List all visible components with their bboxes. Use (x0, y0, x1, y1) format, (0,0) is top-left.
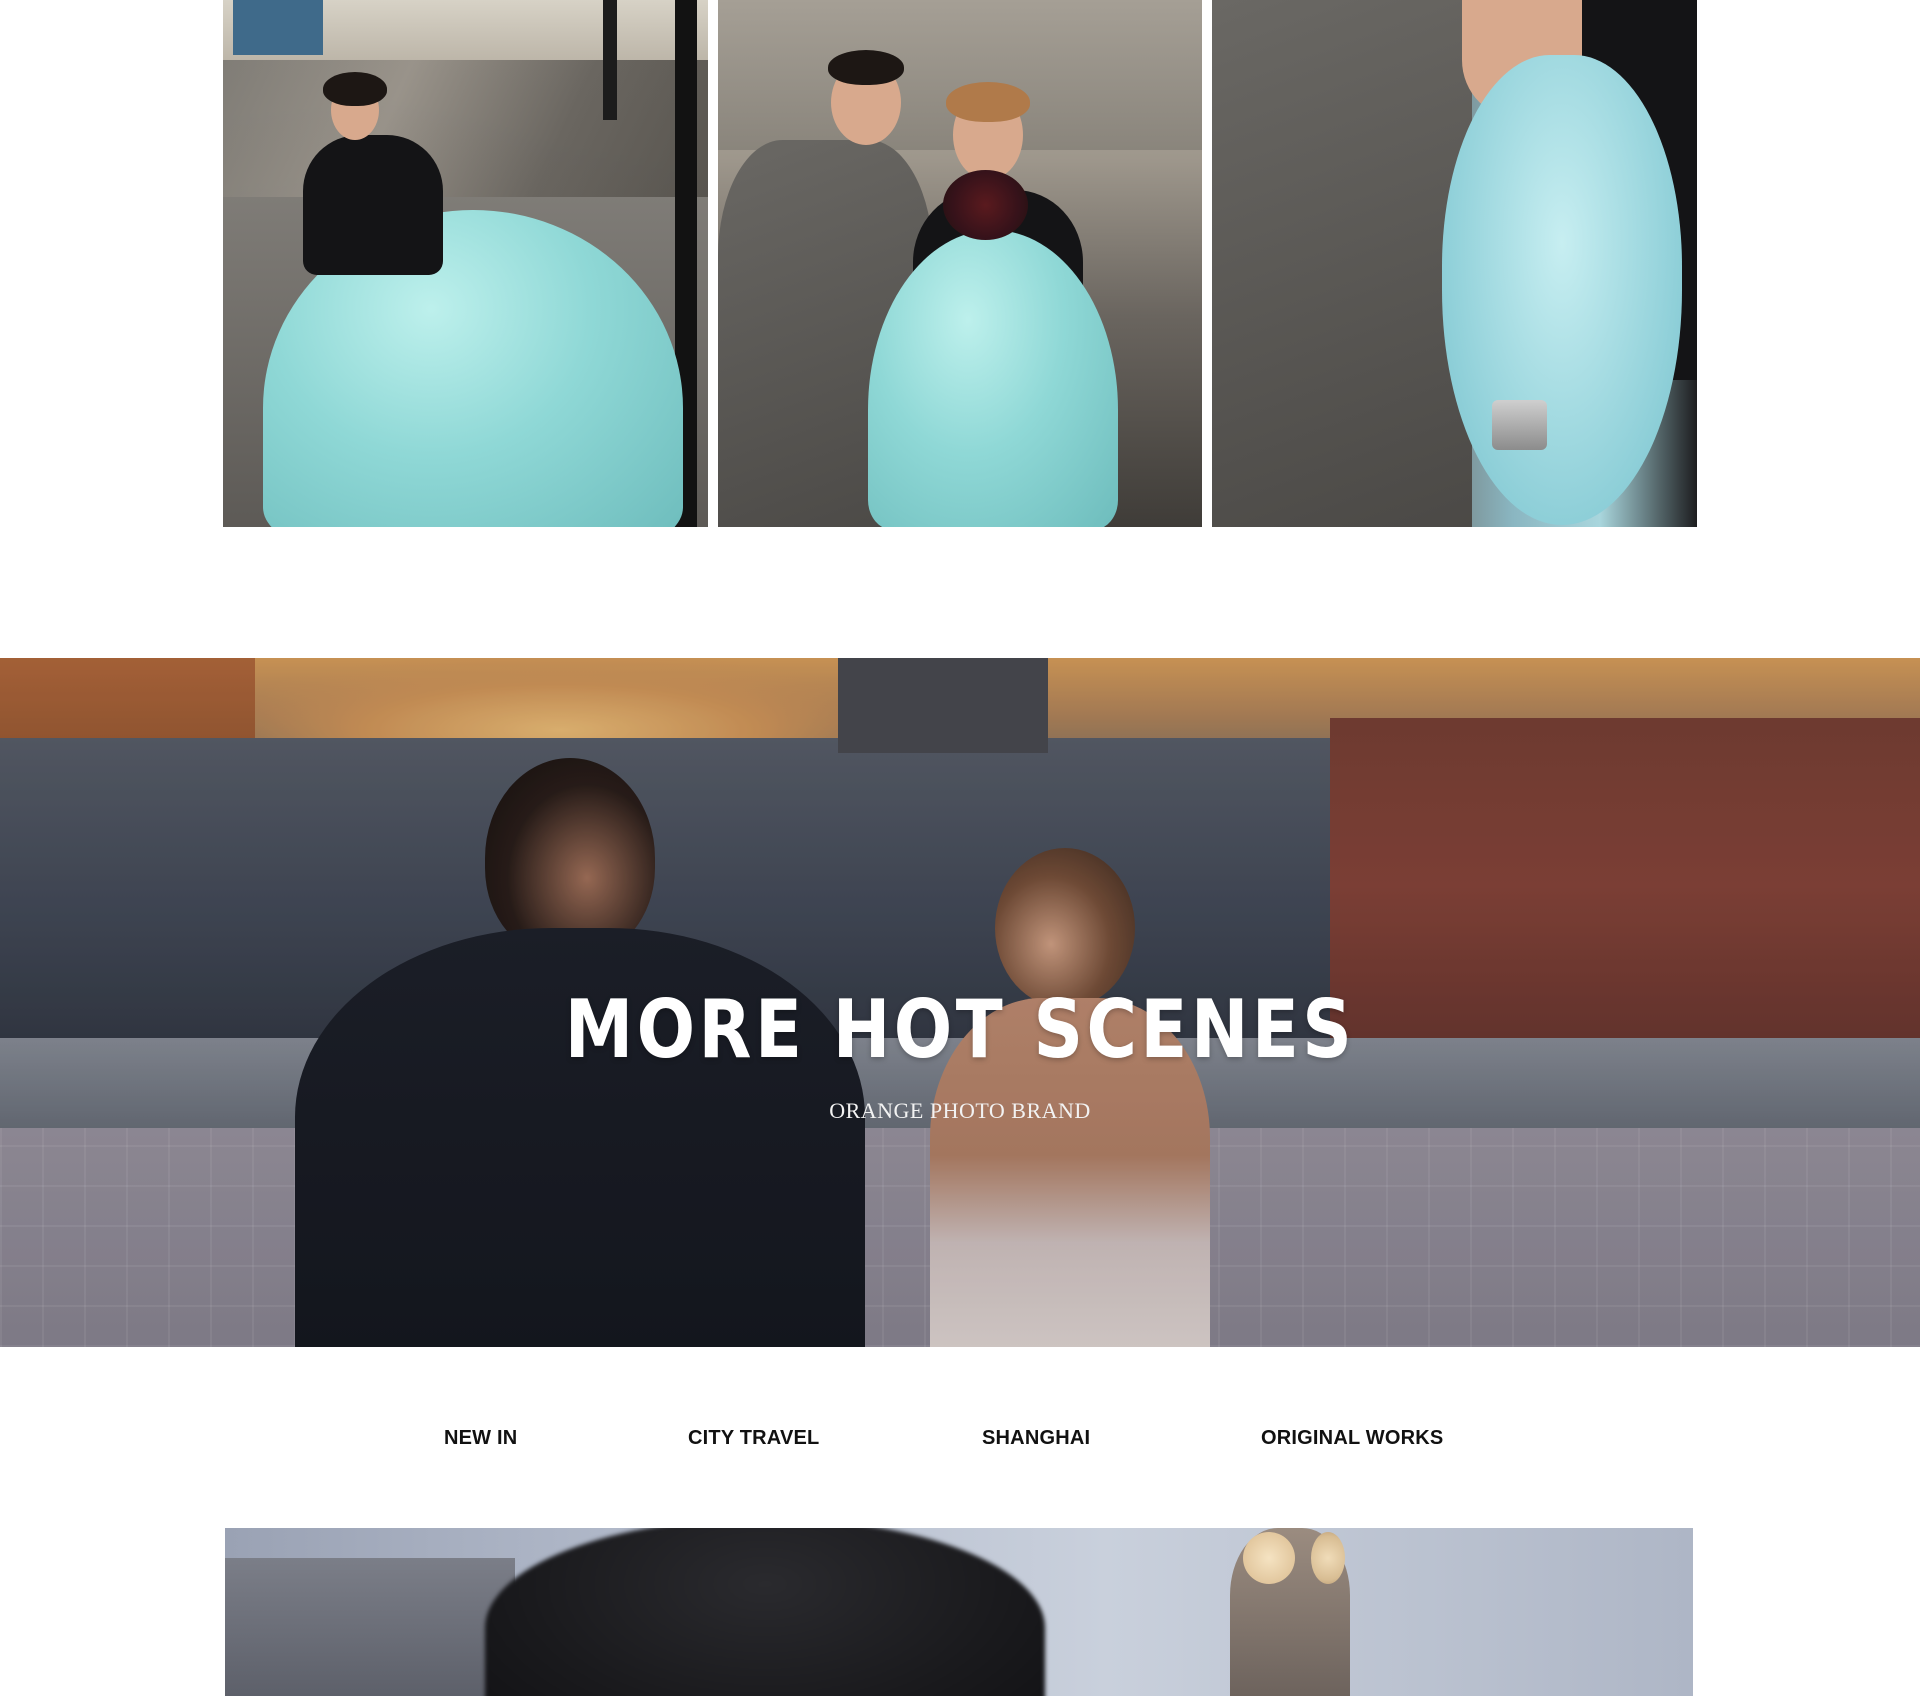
photo-grey-suit (1212, 0, 1472, 527)
photo-jacket (303, 135, 443, 275)
category-tab-new-in[interactable]: NEW IN (444, 1424, 517, 1452)
banner-title: MORE HOT SCENES (564, 983, 1356, 1076)
banner-subtitle: ORANGE PHOTO BRAND (829, 1098, 1091, 1123)
gallery-photo-couple-bouquet[interactable] (718, 0, 1202, 527)
preview-clock-face-side-icon (1311, 1532, 1345, 1584)
gallery-photo-couple-bow[interactable] (1212, 0, 1697, 527)
category-tab-city-travel[interactable]: CITY TRAVEL (688, 1424, 819, 1452)
photo-hat (323, 72, 387, 106)
photo-gallery-row (223, 0, 1697, 527)
gallery-photo-bride-street[interactable] (223, 0, 708, 527)
preview-photo-couple-clock-tower[interactable] (225, 1528, 1693, 1696)
photo-bouquet (943, 170, 1028, 240)
preview-blurred-hair (485, 1528, 1045, 1696)
photo-bride-hair (946, 82, 1030, 122)
photo-building (233, 0, 323, 55)
preview-building-left (225, 1558, 515, 1696)
category-tab-original-works[interactable]: ORIGINAL WORKS (1261, 1424, 1443, 1452)
photo-camera (1492, 400, 1547, 450)
category-tab-shanghai[interactable]: SHANGHAI (982, 1424, 1090, 1452)
photo-groom-hair (828, 50, 904, 85)
photo-bow-dress (1442, 55, 1682, 525)
category-nav: NEW IN CITY TRAVEL SHANGHAI ORIGINAL WOR… (0, 1424, 1920, 1454)
photo-street-pole (603, 0, 617, 120)
preview-clock-face-icon (1243, 1532, 1295, 1584)
